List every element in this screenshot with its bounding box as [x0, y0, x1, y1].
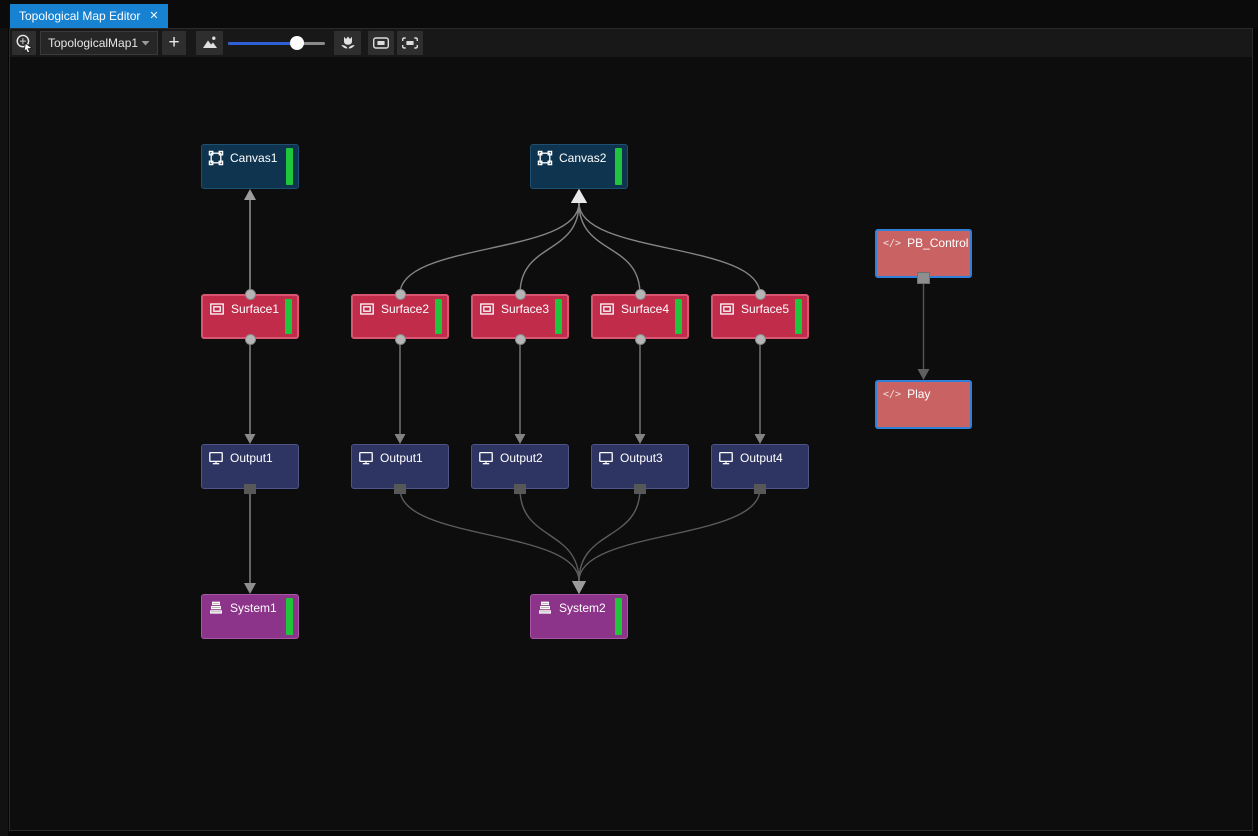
- surface-frame-icon: [209, 301, 225, 317]
- node-label: Surface2: [381, 302, 429, 316]
- edge-output4-to-system2[interactable]: [579, 489, 760, 581]
- graph-canvas[interactable]: Canvas1 Canvas2 Surface1 Surface2 Surfac…: [0, 0, 1258, 836]
- connector-surface3-bottom[interactable]: [515, 334, 526, 345]
- node-label: Canvas1: [230, 151, 277, 165]
- edge-output2-to-system2[interactable]: [520, 489, 579, 581]
- status-stripe: [285, 299, 292, 334]
- monitor-icon: [208, 450, 224, 466]
- status-stripe: [435, 299, 442, 334]
- node-output3[interactable]: Output3: [591, 444, 689, 489]
- connector-surface5-bottom[interactable]: [755, 334, 766, 345]
- node-label: Output3: [620, 451, 663, 465]
- code-icon: </>: [883, 238, 901, 249]
- monitor-icon: [598, 450, 614, 466]
- arrow-surface5-to-output4: [755, 434, 766, 444]
- monitor-icon: [718, 450, 734, 466]
- node-label: Surface5: [741, 302, 789, 316]
- node-label: Output1: [380, 451, 423, 465]
- arrow-surface1-to-output1a: [245, 434, 256, 444]
- node-output4[interactable]: Output4: [711, 444, 809, 489]
- connector-surface2-top[interactable]: [395, 289, 406, 300]
- status-stripe: [555, 299, 562, 334]
- status-stripe: [286, 598, 293, 635]
- server-icon: [208, 600, 224, 616]
- arrow-output4-to-system2: [572, 581, 586, 594]
- node-surface3[interactable]: Surface3: [471, 294, 569, 339]
- node-label: Surface1: [231, 302, 279, 316]
- connector-surface1-top[interactable]: [245, 289, 256, 300]
- connector-output2-bottom[interactable]: [514, 484, 526, 494]
- node-canvas1[interactable]: Canvas1: [201, 144, 299, 189]
- edge-output3-to-system2[interactable]: [579, 489, 640, 581]
- connector-surface3-top[interactable]: [515, 289, 526, 300]
- node-surface1[interactable]: Surface1: [201, 294, 299, 339]
- node-surface4[interactable]: Surface4: [591, 294, 689, 339]
- server-icon: [537, 600, 553, 616]
- node-surface2[interactable]: Surface2: [351, 294, 449, 339]
- connector-surface5-top[interactable]: [755, 289, 766, 300]
- arrow-surface1-to-canvas1: [244, 189, 256, 200]
- arrow-surface2-to-output1b: [395, 434, 406, 444]
- node-output1a[interactable]: Output1: [201, 444, 299, 489]
- node-label: System2: [559, 601, 606, 615]
- arrow-output1a-to-system1: [244, 583, 256, 594]
- node-label: Surface4: [621, 302, 669, 316]
- edge-surface3-to-canvas2[interactable]: [520, 203, 579, 294]
- connector-surface4-bottom[interactable]: [635, 334, 646, 345]
- connector-output1a-bottom[interactable]: [244, 484, 256, 494]
- edge-surface4-to-canvas2[interactable]: [579, 203, 640, 294]
- connector-surface4-top[interactable]: [635, 289, 646, 300]
- status-stripe: [286, 148, 293, 185]
- status-stripe: [615, 598, 622, 635]
- code-icon: </>: [883, 389, 901, 400]
- node-label: Output1: [230, 451, 273, 465]
- node-label: Surface3: [501, 302, 549, 316]
- canvas-frame-icon: [537, 150, 553, 166]
- edge-output1b-to-system2[interactable]: [400, 489, 579, 581]
- node-label: System1: [230, 601, 277, 615]
- node-canvas2[interactable]: Canvas2: [530, 144, 628, 189]
- surface-frame-icon: [599, 301, 615, 317]
- monitor-icon: [478, 450, 494, 466]
- edges-layer: [0, 0, 1258, 836]
- status-stripe: [675, 299, 682, 334]
- node-label: Play: [907, 387, 930, 401]
- connector-output3-bottom[interactable]: [634, 484, 646, 494]
- connector-pb_control-bottom[interactable]: [917, 272, 930, 284]
- arrow-surface4-to-output3: [635, 434, 646, 444]
- connector-surface2-bottom[interactable]: [395, 334, 406, 345]
- connector-output1b-bottom[interactable]: [394, 484, 406, 494]
- topological-map-editor-window: Topological Map Editor ✕ TopologicalMap1…: [0, 0, 1258, 836]
- connector-surface1-bottom[interactable]: [245, 334, 256, 345]
- node-label: Output4: [740, 451, 783, 465]
- canvas-frame-icon: [208, 150, 224, 166]
- surface-frame-icon: [719, 301, 735, 317]
- node-output2[interactable]: Output2: [471, 444, 569, 489]
- edge-surface5-to-canvas2[interactable]: [579, 203, 760, 294]
- node-output1b[interactable]: Output1: [351, 444, 449, 489]
- status-stripe: [615, 148, 622, 185]
- node-play[interactable]: </> Play: [875, 380, 972, 429]
- status-stripe: [795, 299, 802, 334]
- node-system1[interactable]: System1: [201, 594, 299, 639]
- node-label: Output2: [500, 451, 543, 465]
- edge-surface2-to-canvas2[interactable]: [400, 203, 579, 294]
- node-label: Canvas2: [559, 151, 606, 165]
- surface-frame-icon: [359, 301, 375, 317]
- arrow-surface3-to-output2: [515, 434, 526, 444]
- arrow-surface5-to-canvas2: [571, 189, 587, 203]
- node-surface5[interactable]: Surface5: [711, 294, 809, 339]
- node-system2[interactable]: System2: [530, 594, 628, 639]
- monitor-icon: [358, 450, 374, 466]
- arrow-pb_control-to-play: [918, 369, 930, 380]
- connector-output4-bottom[interactable]: [754, 484, 766, 494]
- node-label: PB_Control: [907, 236, 968, 250]
- surface-frame-icon: [479, 301, 495, 317]
- node-pb_control[interactable]: </> PB_Control: [875, 229, 972, 278]
